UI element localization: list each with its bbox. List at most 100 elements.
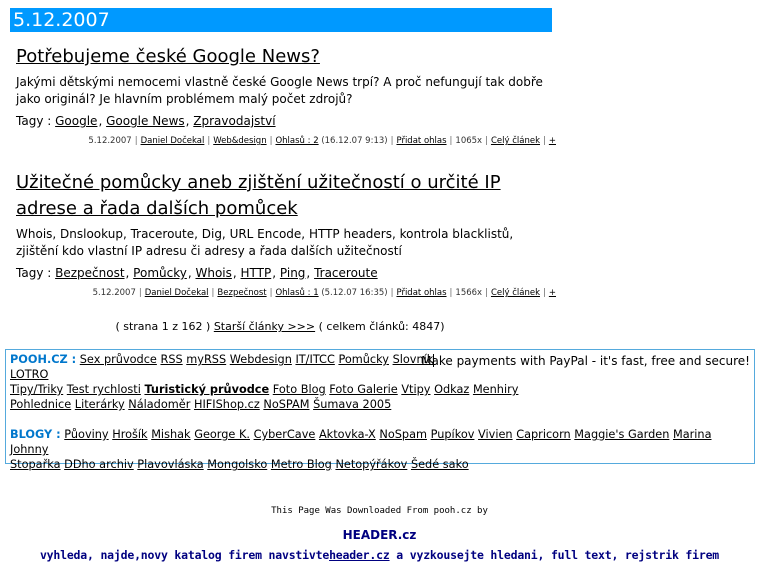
blog-link[interactable]: Johnny <box>10 443 48 456</box>
header-cz-promo: vyhleda, najde,novy katalog firem navsti… <box>0 548 759 562</box>
pooh-link[interactable]: Test rychlosti <box>67 383 141 396</box>
tag-link[interactable]: Pomůcky <box>133 266 187 280</box>
tag-link[interactable]: Traceroute <box>314 266 378 280</box>
blog-link[interactable]: NoSpam <box>379 428 427 441</box>
tag-link[interactable]: HTTP <box>241 266 272 280</box>
full-article-link[interactable]: Celý článek <box>491 288 540 298</box>
blog-link[interactable]: Mishak <box>151 428 190 441</box>
pooh-link[interactable]: Šumava 2005 <box>313 398 391 411</box>
comments-date: (5.12.07 16:35) <box>321 288 388 298</box>
blog-link[interactable]: Pupíkov <box>431 428 475 441</box>
pooh-link[interactable]: NoSPAM <box>263 398 309 411</box>
total-articles: ( celkem článků: 4847) <box>318 320 445 333</box>
blog-link[interactable]: Plavovláska <box>137 458 203 471</box>
blog-link[interactable]: George K. <box>194 428 250 441</box>
date-header: 5.12.2007 <box>10 8 552 32</box>
pooh-link[interactable]: Foto Galerie <box>329 383 397 396</box>
pooh-links-row: Tipy/Triky Test rychlosti Turistický prů… <box>10 382 750 397</box>
promo-prefix: vyhleda, najde,novy katalog firem navsti… <box>39 548 330 562</box>
blog-link[interactable]: Capricorn <box>516 428 571 441</box>
blog-link[interactable]: Mongolsko <box>207 458 267 471</box>
blog-link[interactable]: Marina <box>673 428 712 441</box>
article-meta: 5.12.2007 | Daniel Dočekal | Bezpečnost | Ohla… <box>92 288 556 298</box>
pooh-link[interactable]: myRSS <box>186 353 226 366</box>
article-perex: Whois, Dnslookup, Traceroute, Dig, URL E… <box>16 227 514 258</box>
tag-link[interactable]: Bezpečnost <box>55 266 124 280</box>
older-articles-link[interactable]: Starší články >>> <box>214 320 315 333</box>
pooh-link[interactable]: Turistický průvodce <box>144 383 269 396</box>
blog-link[interactable]: Netopýřákov <box>335 458 407 471</box>
blog-link[interactable]: Hrošík <box>112 428 147 441</box>
tag-link[interactable]: Whois <box>195 266 231 280</box>
add-comment-link[interactable]: Přidat ohlas <box>396 288 446 298</box>
blog-link[interactable]: Půoviny <box>64 428 108 441</box>
article-tags: Tagy : Google, Google News, Zpravodajstv… <box>16 114 276 128</box>
category-link[interactable]: Web&design <box>213 136 266 146</box>
pooh-link[interactable]: Tipy/Triky <box>10 383 63 396</box>
article-meta: 5.12.2007 | Daniel Dočekal | Web&design | Ohla… <box>88 136 556 146</box>
article-perex: Jakými dětskými nemocemi vlastně české G… <box>16 75 543 106</box>
article-tags: Tagy : Bezpečnost, Pomůcky, Whois, HTTP,… <box>16 266 378 280</box>
paypal-banner[interactable]: Make payments with PayPal - it's fast, f… <box>421 354 750 369</box>
promo-suffix: a vyzkousejte hledani, full text, rejstr… <box>389 548 720 562</box>
blog-link[interactable]: Maggie's Garden <box>574 428 669 441</box>
pooh-link[interactable]: Literárky <box>75 398 125 411</box>
article-title[interactable]: Potřebujeme české Google News? <box>16 44 556 70</box>
tags-label: Tagy : <box>16 266 52 280</box>
meta-date: 5.12.2007 <box>92 288 136 298</box>
tag-link[interactable]: Google <box>55 114 97 128</box>
article: Potřebujeme české Google News? Jakými dě… <box>16 44 556 146</box>
blog-link[interactable]: Stopařka <box>10 458 61 471</box>
pooh-links-row: LOTRO <box>10 367 750 382</box>
article: Užitečné pomůcky aneb zjištění užitečnos… <box>16 170 556 298</box>
comments-link[interactable]: Ohlasů : 1 <box>275 288 318 298</box>
tag-link[interactable]: Google News <box>106 114 185 128</box>
pagination: ( strana 1 z 162 ) Starší články >>> ( c… <box>0 320 560 333</box>
comments-link[interactable]: Ohlasů : 2 <box>275 136 318 146</box>
pooh-link[interactable]: Pohlednice <box>10 398 71 411</box>
header-cz-title: HEADER.cz <box>342 528 417 542</box>
view-count: 1566x <box>455 288 483 298</box>
comments-date: (16.12.07 9:13) <box>321 136 388 146</box>
add-comment-link[interactable]: Přidat ohlas <box>396 136 446 146</box>
header-cz-link[interactable]: header.cz <box>329 548 390 562</box>
meta-date: 5.12.2007 <box>88 136 132 146</box>
plus-link[interactable]: + <box>549 136 556 146</box>
site-links-box: Make payments with PayPal - it's fast, f… <box>5 349 755 471</box>
pooh-links-row: Pohlednice Literárky Náladoměr HIFIShop.… <box>10 397 750 412</box>
pooh-link[interactable]: HIFIShop.cz <box>194 398 260 411</box>
author-link[interactable]: Daniel Dočekal <box>145 288 209 298</box>
view-count: 1065x <box>455 136 483 146</box>
pooh-link[interactable]: Sex průvodce <box>80 353 157 366</box>
page-indicator: ( strana 1 z 162 ) <box>115 320 211 333</box>
pooh-link[interactable]: RSS <box>160 353 182 366</box>
pooh-label: POOH.CZ : <box>10 353 77 366</box>
pooh-link[interactable]: Náladoměr <box>128 398 190 411</box>
blog-link[interactable]: Aktovka-X <box>319 428 376 441</box>
pooh-link[interactable]: Odkaz <box>434 383 469 396</box>
plus-link[interactable]: + <box>549 288 556 298</box>
pooh-link[interactable]: IT/ITCC <box>295 353 334 366</box>
tags-label: Tagy : <box>16 114 52 128</box>
blog-link[interactable]: Vivien <box>478 428 513 441</box>
blogy-links-row: BLOGY : Půoviny Hrošík Mishak George K. … <box>10 427 750 457</box>
blog-link[interactable]: DDho archiv <box>64 458 134 471</box>
blog-link[interactable]: CyberCave <box>254 428 316 441</box>
pooh-link[interactable]: Webdesign <box>230 353 292 366</box>
full-article-link[interactable]: Celý článek <box>491 136 540 146</box>
category-link[interactable]: Bezpečnost <box>217 288 266 298</box>
tag-link[interactable]: Zpravodajství <box>193 114 275 128</box>
article-title[interactable]: Užitečné pomůcky aneb zjištění užitečnos… <box>16 170 556 222</box>
tag-link[interactable]: Ping <box>280 266 306 280</box>
blog-link[interactable]: Metro Blog <box>271 458 332 471</box>
pooh-link[interactable]: Foto Blog <box>273 383 326 396</box>
pooh-link[interactable]: Pomůcky <box>338 353 389 366</box>
blog-link[interactable]: Šedé sako <box>411 458 469 471</box>
pooh-link[interactable]: Vtipy <box>401 383 430 396</box>
download-note: This Page Was Downloaded From pooh.cz by <box>271 506 488 516</box>
author-link[interactable]: Daniel Dočekal <box>141 136 205 146</box>
blogy-label: BLOGY : <box>10 428 61 441</box>
pooh-link[interactable]: Menhiry <box>473 383 519 396</box>
blogy-links-row: Stopařka DDho archiv Plavovláska Mongols… <box>10 457 750 472</box>
pooh-link[interactable]: LOTRO <box>10 368 48 381</box>
